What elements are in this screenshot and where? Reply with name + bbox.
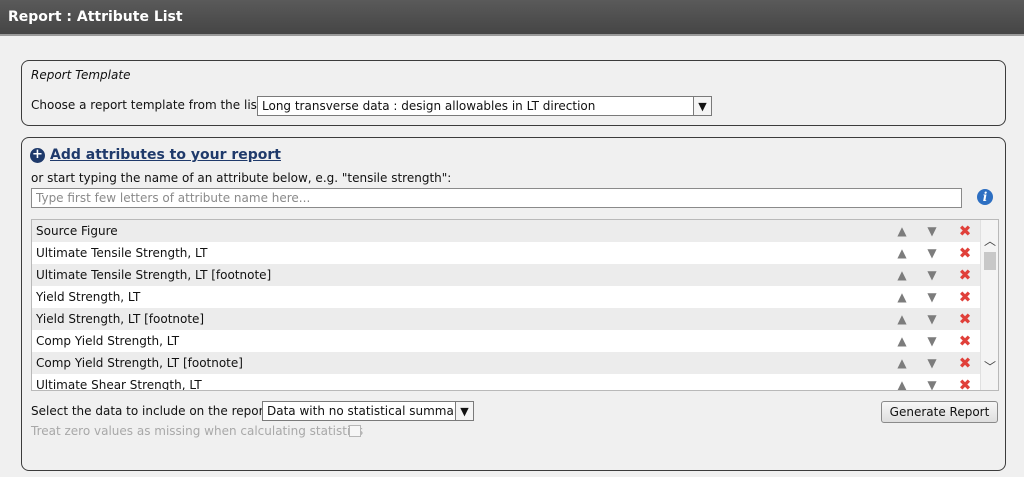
data-select[interactable]: Data with no statistical summary ▼: [262, 401, 474, 421]
attribute-search-input[interactable]: [31, 188, 962, 208]
scroll-up-icon[interactable]: ︿: [981, 232, 998, 249]
move-up-icon[interactable]: ▲: [894, 286, 910, 308]
attribute-label: Comp Yield Strength, LT: [36, 334, 180, 348]
attribute-label: Source Figure: [36, 224, 118, 238]
attribute-label: Ultimate Shear Strength, LT: [36, 378, 202, 391]
zero-values-checkbox[interactable]: [349, 425, 361, 437]
delete-icon[interactable]: ✖: [957, 374, 973, 390]
move-down-icon[interactable]: ▼: [924, 330, 940, 352]
move-up-icon[interactable]: ▲: [894, 220, 910, 242]
move-up-icon[interactable]: ▲: [894, 308, 910, 330]
delete-icon[interactable]: ✖: [957, 286, 973, 308]
attributes-panel: + Add attributes to your report or start…: [21, 137, 1006, 471]
move-down-icon[interactable]: ▼: [924, 374, 940, 390]
report-template-select[interactable]: Long transverse data : design allowables…: [257, 96, 712, 116]
move-down-icon[interactable]: ▼: [924, 220, 940, 242]
attribute-label: Comp Yield Strength, LT [footnote]: [36, 356, 243, 370]
move-up-icon[interactable]: ▲: [894, 374, 910, 390]
delete-icon[interactable]: ✖: [957, 242, 973, 264]
info-icon[interactable]: i: [977, 189, 993, 205]
report-template-selected: Long transverse data : design allowables…: [262, 99, 596, 113]
attribute-list-scrollbar[interactable]: ︿ ﹀: [980, 220, 998, 390]
move-up-icon[interactable]: ▲: [894, 352, 910, 374]
move-down-icon[interactable]: ▼: [924, 352, 940, 374]
data-select-label: Select the data to include on the report…: [31, 404, 273, 418]
data-select-value: Data with no statistical summary: [267, 404, 466, 418]
attribute-label: Ultimate Tensile Strength, LT: [36, 246, 208, 260]
attribute-label: Yield Strength, LT: [36, 290, 141, 304]
attribute-row: Ultimate Shear Strength, LT ▲ ▼ ✖: [32, 374, 998, 391]
report-template-panel: Report Template Choose a report template…: [21, 60, 1006, 126]
report-template-label: Choose a report template from the list.: [31, 98, 266, 112]
plus-circle-icon: +: [30, 147, 45, 163]
attribute-row: Source Figure ▲ ▼ ✖: [32, 220, 998, 242]
attribute-list: Source Figure ▲ ▼ ✖ Ultimate Tensile Str…: [31, 219, 999, 391]
delete-icon[interactable]: ✖: [957, 264, 973, 286]
attribute-row: Comp Yield Strength, LT ▲ ▼ ✖: [32, 330, 998, 352]
delete-icon[interactable]: ✖: [957, 308, 973, 330]
attribute-label: Yield Strength, LT [footnote]: [36, 312, 205, 326]
move-up-icon[interactable]: ▲: [894, 242, 910, 264]
attribute-hint: or start typing the name of an attribute…: [31, 171, 452, 185]
move-down-icon[interactable]: ▼: [924, 308, 940, 330]
attribute-row: Yield Strength, LT [footnote] ▲ ▼ ✖: [32, 308, 998, 330]
zero-values-label: Treat zero values as missing when calcul…: [31, 424, 364, 438]
attribute-row: Yield Strength, LT ▲ ▼ ✖: [32, 286, 998, 308]
attribute-row: Ultimate Tensile Strength, LT [footnote]…: [32, 264, 998, 286]
move-down-icon[interactable]: ▼: [924, 264, 940, 286]
chevron-down-icon[interactable]: ▼: [693, 97, 711, 115]
report-template-heading: Report Template: [31, 68, 131, 82]
attribute-row: Ultimate Tensile Strength, LT ▲ ▼ ✖: [32, 242, 998, 264]
generate-report-button[interactable]: Generate Report: [881, 401, 998, 423]
move-up-icon[interactable]: ▲: [894, 264, 910, 286]
add-attributes-link[interactable]: + Add attributes to your report: [30, 147, 281, 163]
attribute-row: Comp Yield Strength, LT [footnote] ▲ ▼ ✖: [32, 352, 998, 374]
window-title: Report : Attribute List: [0, 0, 1024, 36]
attribute-label: Ultimate Tensile Strength, LT [footnote]: [36, 268, 272, 282]
scroll-down-icon[interactable]: ﹀: [981, 358, 998, 375]
delete-icon[interactable]: ✖: [957, 220, 973, 242]
add-attributes-label: Add attributes to your report: [50, 147, 281, 163]
delete-icon[interactable]: ✖: [957, 352, 973, 374]
move-up-icon[interactable]: ▲: [894, 330, 910, 352]
move-down-icon[interactable]: ▼: [924, 286, 940, 308]
scrollbar-thumb[interactable]: [984, 252, 996, 270]
move-down-icon[interactable]: ▼: [924, 242, 940, 264]
chevron-down-icon[interactable]: ▼: [455, 402, 473, 420]
delete-icon[interactable]: ✖: [957, 330, 973, 352]
